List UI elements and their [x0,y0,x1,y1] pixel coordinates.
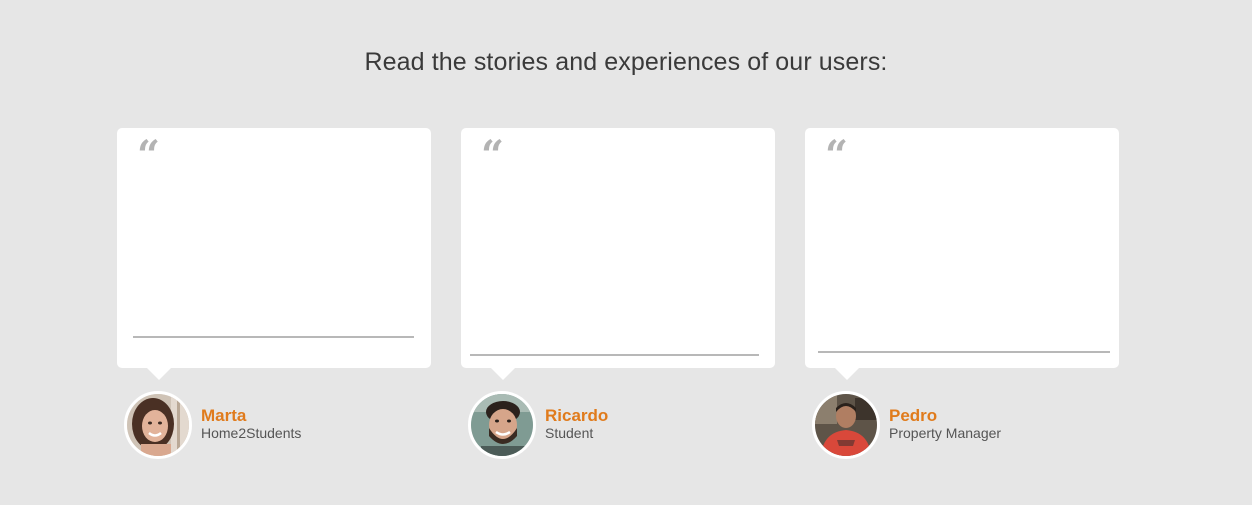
quote-icon: “ [481,132,505,179]
card-pointer [147,368,171,380]
author-role: Student [545,425,594,441]
testimonial-card: “ [805,128,1119,380]
card-pointer [491,368,515,380]
card-divider [470,354,759,356]
section-heading: Read the stories and experiences of our … [364,48,888,76]
author-name: Marta [201,406,247,425]
author-role: Property Manager [889,425,1002,441]
author-name: Ricardo [545,406,609,425]
card-pointer [835,368,859,380]
testimonial-card: “ [117,128,431,380]
quote-icon: “ [137,132,161,179]
avatar-man-red-shirt-icon [812,391,880,459]
author-name: Pedro [889,406,938,425]
avatar-woman-icon [124,391,192,459]
author-role: Home2Students [201,425,302,441]
avatar-man-icon [468,391,536,459]
card-divider [133,336,414,338]
testimonial-card: “ [461,128,775,380]
card-divider [818,351,1110,353]
quote-icon: “ [825,132,849,179]
